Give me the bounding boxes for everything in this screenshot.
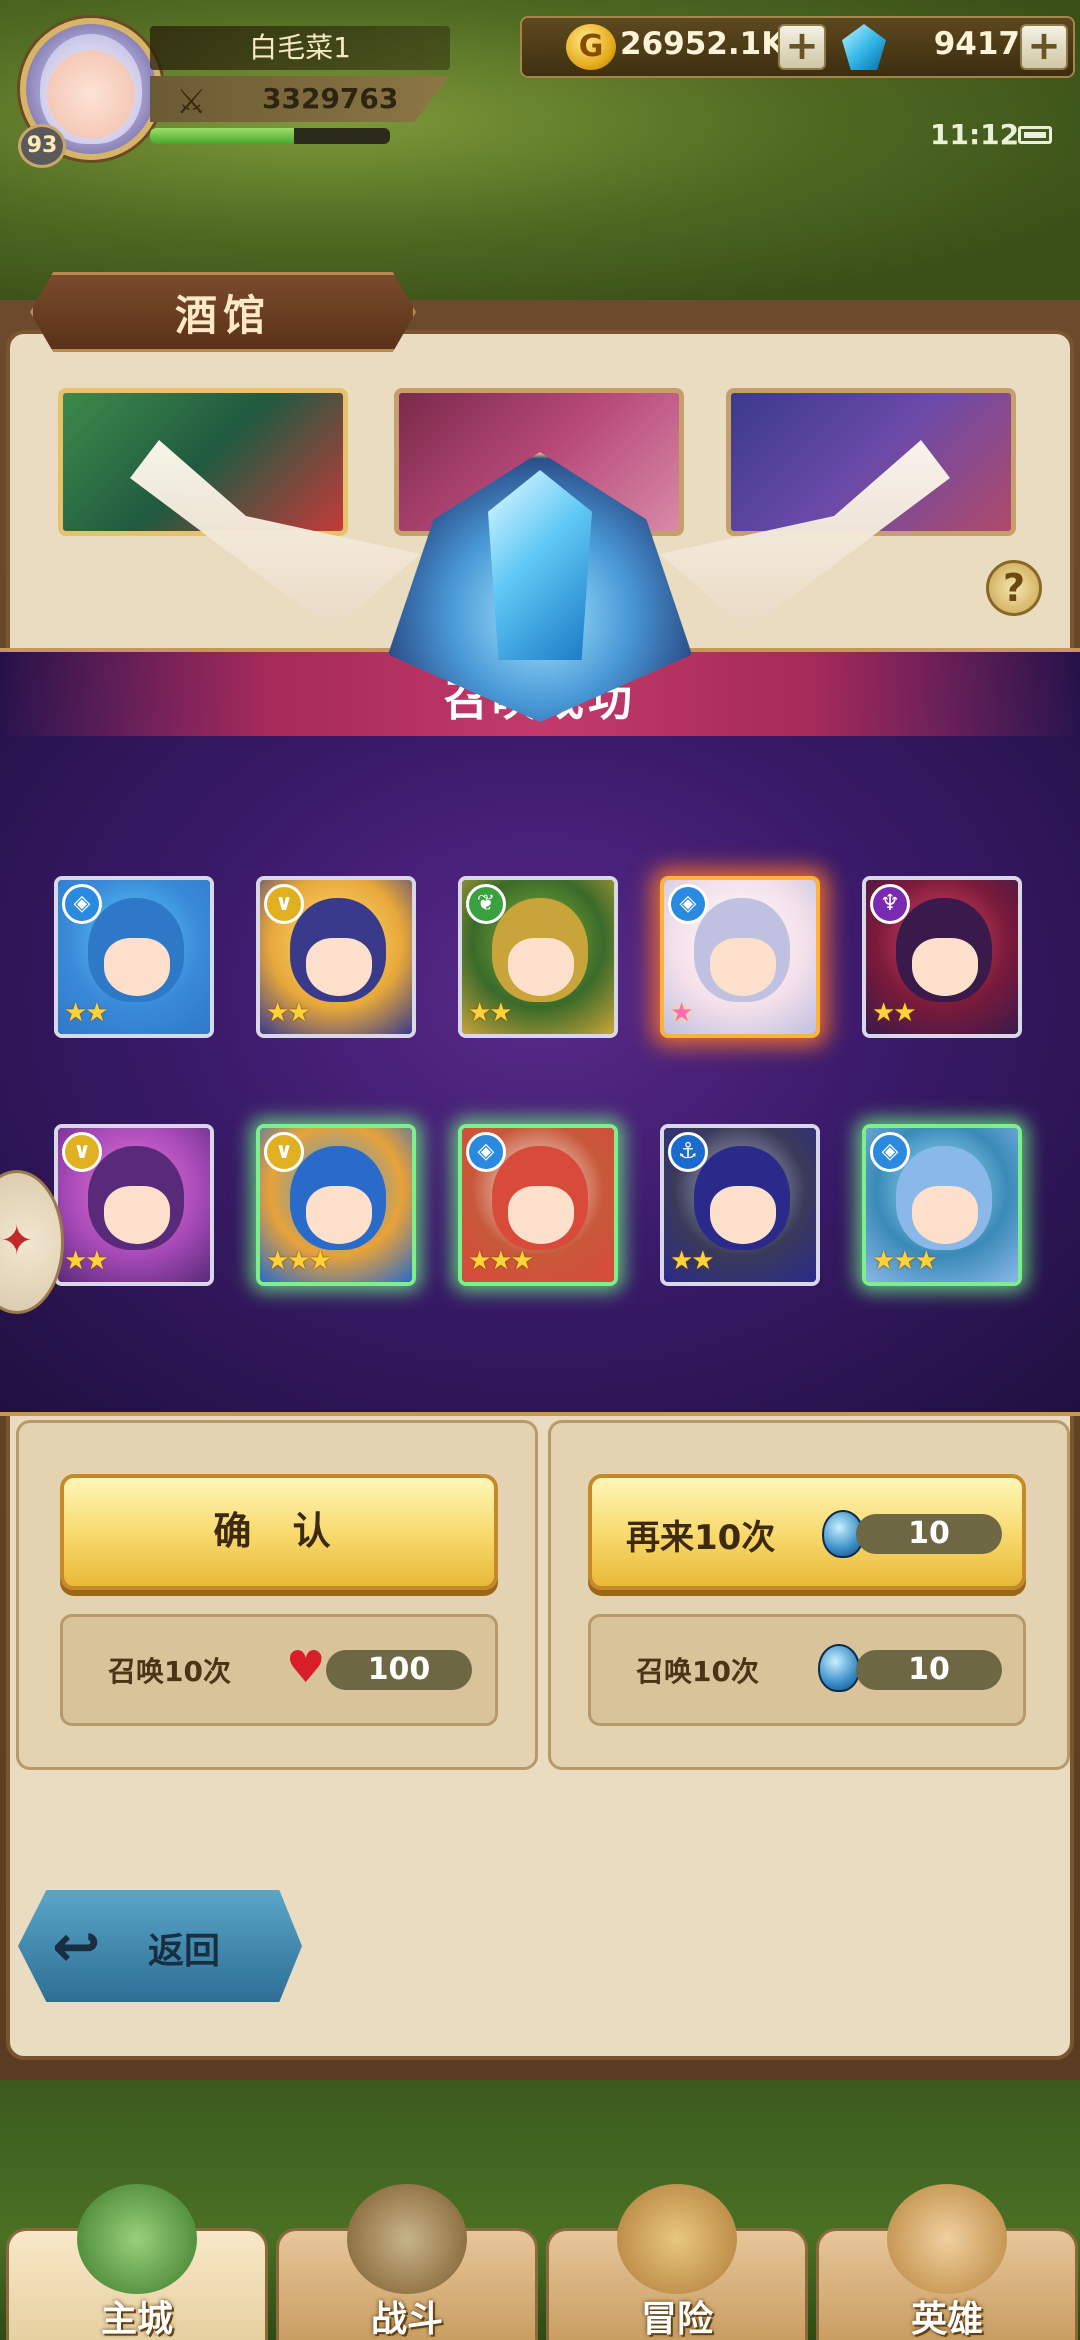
nav-tab-label: 冒险 (640, 2299, 713, 2340)
hero-face (306, 938, 372, 996)
hero-face (912, 938, 978, 996)
back-label: 返回 (148, 1931, 221, 1972)
hero-result-card[interactable]: ∨ ★★★ (256, 1124, 416, 1286)
power-value: 3329763 (262, 82, 399, 115)
hero-face (104, 938, 170, 996)
gold-coin-icon: G (566, 24, 616, 70)
light-faction-icon: ∨ (62, 1132, 102, 1172)
hero-result-card[interactable]: ♆ ★★ (862, 876, 1022, 1038)
crossed-swords-icon: ⚔ (176, 82, 207, 122)
water-faction-icon: ◈ (668, 884, 708, 924)
hero-face (912, 1186, 978, 1244)
hero-result-card[interactable]: ◈ ★★★ (458, 1124, 618, 1286)
summon-left-cost: 100 (326, 1650, 472, 1690)
hero-result-card[interactable]: ◈ ★ (660, 876, 820, 1038)
egg-icon (818, 1644, 860, 1692)
hero-result-card[interactable]: ∨ ★★ (256, 876, 416, 1038)
star-rating-icon: ★★★ (266, 1246, 332, 1276)
summon-right-cost: 10 (856, 1650, 1002, 1690)
hero-result-card[interactable]: ◈ ★★★ (862, 1124, 1022, 1286)
confirm-button[interactable]: 确 认 (60, 1474, 498, 1590)
star-rating-icon: ★★★ (872, 1246, 938, 1276)
level-badge: 93 (18, 124, 66, 168)
back-arrow-icon: ↩ (52, 1912, 101, 1980)
star-rating-icon: ★★ (64, 998, 109, 1028)
nav-tab-label: 英雄 (910, 2299, 983, 2340)
dark-faction-icon: ♆ (870, 884, 910, 924)
hero-face (104, 1186, 170, 1244)
star-rating-icon: ★★ (64, 1246, 109, 1276)
light-faction-icon: ∨ (264, 884, 304, 924)
gem-value: 9417 (933, 26, 1020, 62)
hero-face (508, 1186, 574, 1244)
star-rating-icon: ★★ (670, 1246, 715, 1276)
hero-face (710, 1186, 776, 1244)
gold-value: 26952.1K (620, 26, 786, 62)
again-cost: 10 (856, 1514, 1002, 1554)
anchor-faction-icon: ⚓ (668, 1132, 708, 1172)
add-gems-button[interactable]: + (1020, 24, 1068, 70)
exp-bar (150, 128, 390, 144)
side-event-icon: ✦ (0, 1218, 34, 1264)
heart-icon: ♥ (286, 1642, 326, 1693)
crossed-swords-icon (347, 2184, 467, 2294)
star-rating-icon: ★ (670, 998, 693, 1028)
nature-faction-icon: ❦ (466, 884, 506, 924)
clock: 11:12 (930, 118, 1020, 151)
nav-tab-label: 战斗 (370, 2299, 443, 2340)
water-faction-icon: ◈ (62, 884, 102, 924)
summon-left-label: 召唤10次 (108, 1655, 231, 1688)
hero-result-card[interactable]: ◈ ★★ (54, 876, 214, 1038)
hero-face (710, 938, 776, 996)
summon-again-label: 再来10次 (626, 1518, 776, 1558)
water-faction-icon: ◈ (466, 1132, 506, 1172)
hero-face (508, 938, 574, 996)
hero-face (306, 1186, 372, 1244)
star-rating-icon: ★★ (872, 998, 917, 1028)
adventure-icon (617, 2184, 737, 2294)
castle-icon (77, 2184, 197, 2294)
hero-result-card[interactable]: ⚓ ★★ (660, 1124, 820, 1286)
hero-result-card[interactable]: ∨ ★★ (54, 1124, 214, 1286)
light-faction-icon: ∨ (264, 1132, 304, 1172)
hero-icon (887, 2184, 1007, 2294)
tavern-title: 酒馆 (174, 291, 271, 340)
add-gold-button[interactable]: + (778, 24, 826, 70)
star-rating-icon: ★★ (266, 998, 311, 1028)
hero-result-card[interactable]: ❦ ★★ (458, 876, 618, 1038)
player-name: 白毛菜1 (150, 26, 450, 70)
star-rating-icon: ★★★ (468, 1246, 534, 1276)
summon-right-label: 召唤10次 (636, 1655, 759, 1688)
exp-bar-fill (150, 128, 294, 144)
nav-tab-label: 主城 (100, 2299, 173, 2340)
battery-icon (1018, 126, 1052, 144)
water-faction-icon: ◈ (870, 1132, 910, 1172)
star-rating-icon: ★★ (468, 998, 513, 1028)
help-button[interactable]: ? (986, 560, 1042, 616)
